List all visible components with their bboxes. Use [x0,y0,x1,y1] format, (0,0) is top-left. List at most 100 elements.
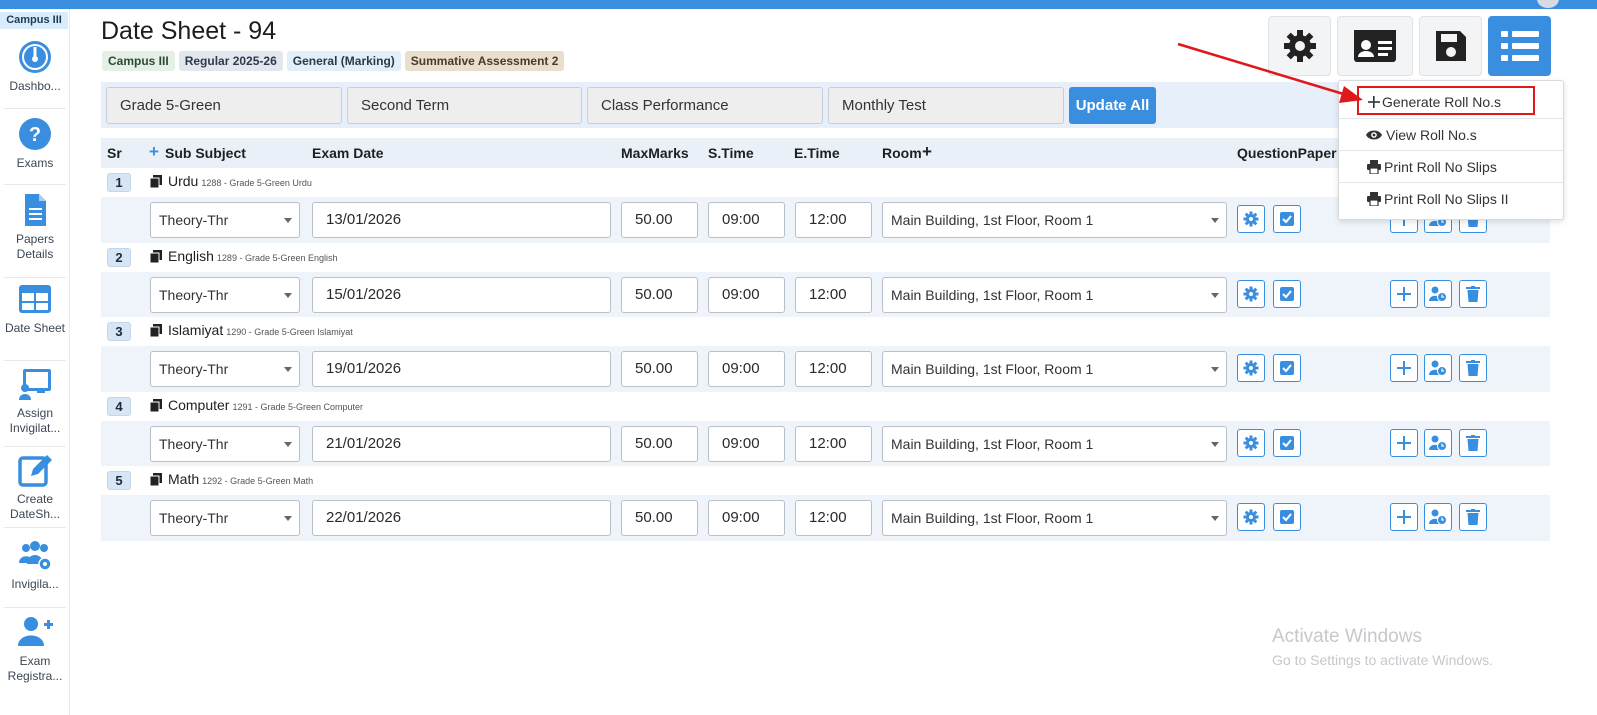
user-clock-icon [1429,286,1447,302]
sidebar-item-label: Dashbo... [9,79,61,93]
paper-check-button[interactable] [1273,205,1301,233]
sidebar-item-papers-details[interactable]: Papers Details [0,192,70,262]
add-button[interactable] [1390,280,1418,308]
exam-date-input[interactable]: 21/01/2026 [312,426,611,462]
paper-settings-button[interactable] [1237,503,1265,531]
sidebar-item-label: Exam Registra... [7,654,63,683]
list-menu-button[interactable] [1488,16,1551,76]
row-room: Main Building, 1st Floor, Room 1 [891,212,1094,228]
question-icon: ? [19,118,51,150]
room-select[interactable]: Main Building, 1st Floor, Room 1 [882,500,1227,536]
sidebar-item-invigilators[interactable]: Invigila... [0,537,70,592]
end-time-input[interactable]: 12:00 [795,500,872,536]
max-marks-input[interactable]: 50.00 [621,426,698,462]
row-type: Theory-Thr [159,436,229,452]
add-subject-plus-icon[interactable]: + [149,142,159,162]
room-select[interactable]: Main Building, 1st Floor, Room 1 [882,202,1227,238]
start-time-input[interactable]: 09:00 [708,277,785,313]
save-button[interactable] [1419,16,1482,76]
id-card-button[interactable] [1337,16,1413,76]
exam-date-input[interactable]: 19/01/2026 [312,351,611,387]
max-marks-input[interactable]: 50.00 [621,500,698,536]
end-time-input[interactable]: 12:00 [795,277,872,313]
sidebar-item-date-sheet[interactable]: Date Sheet [0,281,70,336]
max-marks-input[interactable]: 50.00 [621,277,698,313]
add-button[interactable] [1390,503,1418,531]
paper-settings-button[interactable] [1237,280,1265,308]
menu-item-view-roll[interactable]: View Roll No.s [1339,118,1563,150]
paper-type-select[interactable]: Theory-Thr [150,500,300,536]
term-field[interactable]: Second Term [347,87,582,124]
copy-icon[interactable] [150,399,162,412]
column-header-question-paper: QuestionPaper [1237,145,1337,161]
paper-settings-button[interactable] [1237,429,1265,457]
delete-button[interactable] [1459,280,1487,308]
paper-check-button[interactable] [1273,429,1301,457]
start-time-input[interactable]: 09:00 [708,351,785,387]
gear-icon [1243,509,1259,525]
list-icon [1500,31,1539,61]
divider [4,184,66,185]
end-time-input[interactable]: 12:00 [795,426,872,462]
sidebar-item-dashboard[interactable]: Dashbo... [0,39,70,94]
subject-meta: 1288 - Grade 5-Green Urdu [201,178,312,188]
sidebar-item-create-datesheet[interactable]: Create DateSh... [0,452,70,522]
max-marks-input[interactable]: 50.00 [621,351,698,387]
paper-type-select[interactable]: Theory-Thr [150,351,300,387]
start-time-input[interactable]: 09:00 [708,500,785,536]
table-row: 2 English 1289 - Grade 5-Green English Th… [101,243,1550,318]
menu-item-print-slips-2[interactable]: Print Roll No Slips II [1339,182,1563,214]
svg-text:?: ? [29,124,41,146]
grade-field[interactable]: Grade 5-Green [106,87,342,124]
start-time-input[interactable]: 09:00 [708,202,785,238]
assign-user-button[interactable] [1424,429,1452,457]
row-subject: Computer [168,397,230,413]
paper-settings-button[interactable] [1237,354,1265,382]
add-button[interactable] [1390,354,1418,382]
add-button[interactable] [1390,429,1418,457]
delete-button[interactable] [1459,354,1487,382]
delete-button[interactable] [1459,503,1487,531]
sidebar-item-assign-invigilator[interactable]: Assign Invigilat... [0,366,70,436]
paper-settings-button[interactable] [1237,205,1265,233]
assign-user-button[interactable] [1424,503,1452,531]
paper-check-button[interactable] [1273,503,1301,531]
checkbox-checked-icon [1280,510,1294,524]
column-header-start-time: S.Time [708,145,754,161]
exam-date-input[interactable]: 15/01/2026 [312,277,611,313]
menu-item-print-slips[interactable]: Print Roll No Slips [1339,150,1563,182]
room-select[interactable]: Main Building, 1st Floor, Room 1 [882,277,1227,313]
windows-watermark: Activate Windows Go to Settings to activ… [1272,626,1493,668]
copy-icon[interactable] [150,175,162,188]
table-row: 1 Urdu 1288 - Grade 5-Green Urdu Theory-T… [101,168,1550,243]
end-time-input[interactable]: 12:00 [795,202,872,238]
copy-icon[interactable] [150,324,162,337]
assign-user-button[interactable] [1424,354,1452,382]
test-field[interactable]: Monthly Test [828,87,1064,124]
assign-user-button[interactable] [1424,280,1452,308]
category-field[interactable]: Class Performance [587,87,823,124]
copy-icon[interactable] [150,250,162,263]
delete-button[interactable] [1459,429,1487,457]
edit-icon [18,455,52,487]
serial-number: 1 [107,173,131,192]
update-all-button[interactable]: Update All [1069,87,1156,124]
sidebar-item-exam-registration[interactable]: Exam Registra... [0,614,70,684]
add-room-plus-icon[interactable]: + [922,142,932,162]
room-select[interactable]: Main Building, 1st Floor, Room 1 [882,426,1227,462]
settings-button[interactable] [1268,16,1331,76]
paper-type-select[interactable]: Theory-Thr [150,202,300,238]
sidebar-item-exams[interactable]: ? Exams [0,116,70,171]
exam-date-input[interactable]: 13/01/2026 [312,202,611,238]
paper-check-button[interactable] [1273,280,1301,308]
max-marks-input[interactable]: 50.00 [621,202,698,238]
paper-type-select[interactable]: Theory-Thr [150,426,300,462]
start-time-input[interactable]: 09:00 [708,426,785,462]
end-time-input[interactable]: 12:00 [795,351,872,387]
paper-check-button[interactable] [1273,354,1301,382]
room-select[interactable]: Main Building, 1st Floor, Room 1 [882,351,1227,387]
user-avatar[interactable] [1537,0,1559,8]
copy-icon[interactable] [150,473,162,486]
exam-date-input[interactable]: 22/01/2026 [312,500,611,536]
paper-type-select[interactable]: Theory-Thr [150,277,300,313]
